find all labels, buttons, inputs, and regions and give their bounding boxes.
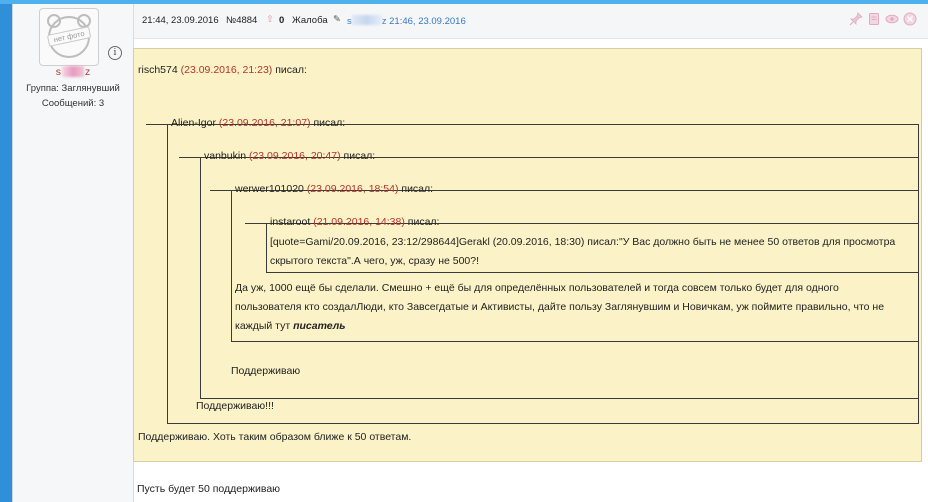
quote-author[interactable]: Alien-Igor <box>171 117 216 129</box>
post-body-text: Пусть будет 50 поддерживаю <box>137 483 281 495</box>
quote-author[interactable]: vanbukin <box>204 150 246 162</box>
no-photo-icon: нет фото <box>47 14 91 58</box>
quote-suffix: писал: <box>310 117 346 129</box>
quote-suffix: писал: <box>398 183 434 195</box>
quote-connector <box>146 124 168 125</box>
username-end: z <box>85 66 91 78</box>
quote-suffix: писал: <box>340 150 376 162</box>
document-icon[interactable] <box>867 12 881 26</box>
post-editor[interactable]: sz 21:46, 23.09.2016 <box>347 15 466 27</box>
quote-alien-text: Поддерживаю!!! <box>196 400 274 412</box>
author-group: Группа: Заглянувший <box>26 83 120 94</box>
text-line-prefix: каждый тут <box>235 320 294 332</box>
post-edited-at: 21:46, 23.09.2016 <box>389 16 466 27</box>
text-line: [quote=Gami/20.09.2016, 23:12/298644]Ger… <box>270 236 896 248</box>
quote-vanbukin-text: Поддерживаю <box>231 365 301 377</box>
avatar[interactable]: нет фото <box>39 8 99 66</box>
quote-author[interactable]: risch574 <box>138 64 178 76</box>
close-circle-icon[interactable] <box>903 12 917 26</box>
post-author-sidebar: нет фото i sz Группа: Заглянувший Сообще… <box>13 4 134 502</box>
text-line: пользователя кто создалЛюди, кто Завсегд… <box>235 301 885 313</box>
quote-author[interactable]: instaroot <box>270 216 310 228</box>
quote-risch574: risch574 (23.09.2016, 21:23) писал: Alie… <box>133 48 922 462</box>
quote-suffix: писал: <box>272 64 307 76</box>
post-header: 21:44, 23.09.2016 №4884 ⇧ 0 Жалоба ✎ sz … <box>134 4 928 39</box>
username-redacted <box>62 66 84 77</box>
pencil-icon: ✎ <box>333 14 341 25</box>
quote-risch-text: Поддерживаю. Хоть таким образом ближе к … <box>138 431 412 443</box>
quote-date[interactable]: (23.09.2016, 21:07) <box>219 117 311 129</box>
eye-icon[interactable] <box>885 12 899 26</box>
quote-instaroot-text: [quote=Gami/20.09.2016, 23:12/298644]Ger… <box>270 233 895 271</box>
quote-connector <box>210 190 232 191</box>
author-username[interactable]: sz <box>13 66 133 78</box>
author-message-count: Сообщений: 3 <box>41 98 105 109</box>
arrow-up-icon[interactable]: ⇧ <box>266 14 274 25</box>
username-start: s <box>55 66 61 78</box>
pin-icon[interactable] <box>849 12 863 26</box>
quote-connector <box>245 223 267 224</box>
quote-date[interactable]: (23.09.2016, 20:47) <box>249 150 341 162</box>
complaint-link[interactable]: Жалоба <box>292 15 328 26</box>
quote-header-instaroot: instaroot (21.09.2016, 14:38) писал: <box>270 216 439 228</box>
quote-werwer-text: Да уж, 1000 ещё бы сделали. Смешно + ещё… <box>235 279 884 336</box>
post-rating: 0 <box>279 15 285 26</box>
quote-header-alien-igor: Alien-Igor (23.09.2016, 21:07) писал: <box>171 117 345 129</box>
text-line: каждый тут писатель <box>235 317 884 336</box>
text-line: скрытого текста".А чего, уж, сразу не 50… <box>270 255 480 267</box>
quote-suffix: писал: <box>404 216 440 228</box>
post-number[interactable]: №4884 <box>226 15 257 26</box>
info-icon[interactable]: i <box>108 46 122 60</box>
quote-header-werwer101020: werwer101020 (23.09.2016, 18:54) писал: <box>235 183 433 195</box>
quote-date[interactable]: (21.09.2016, 14:38) <box>313 216 405 228</box>
quote-date[interactable]: (23.09.2016, 21:23) <box>181 64 273 76</box>
post-datetime: 21:44, 23.09.2016 <box>142 15 219 26</box>
editor-name-redacted <box>351 15 382 25</box>
quote-author[interactable]: werwer101020 <box>235 183 304 195</box>
quote-header-risch574: risch574 (23.09.2016, 21:23) писал: <box>138 64 307 76</box>
text-line: Да уж, 1000 ещё бы сделали. Смешно + ещё… <box>235 282 839 294</box>
quote-connector <box>179 157 201 158</box>
quote-date[interactable]: (23.09.2016, 18:54) <box>307 183 399 195</box>
editor-name-end: z <box>381 16 387 27</box>
quote-header-vanbukin: vanbukin (23.09.2016, 20:47) писал: <box>204 150 375 162</box>
emphasized-word: писатель <box>293 320 346 332</box>
